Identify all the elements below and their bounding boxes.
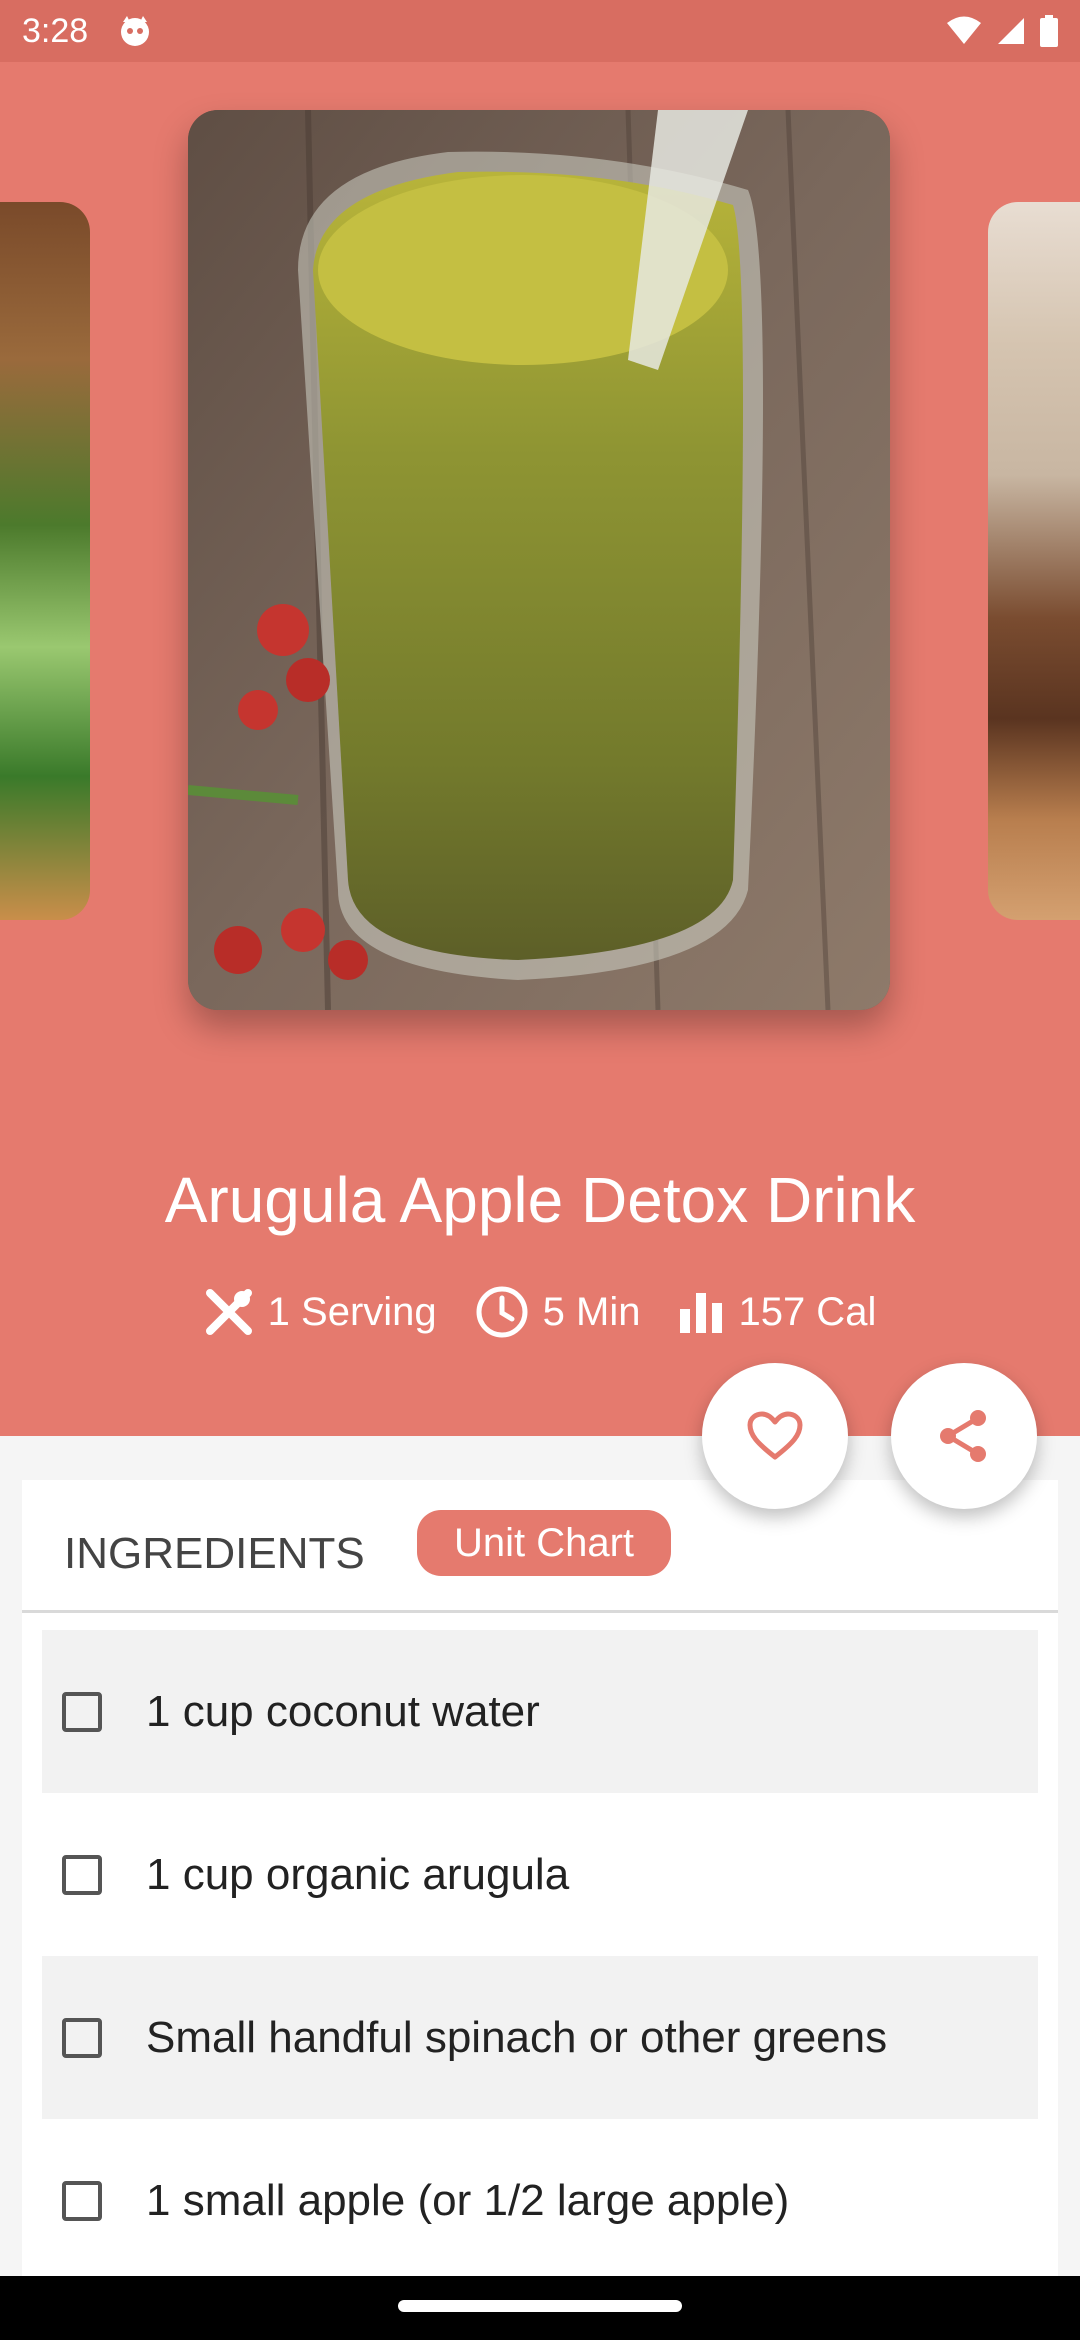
ingredient-text: 1 cup organic arugula — [146, 1849, 570, 1899]
ingredient-text: 1 cup coconut water — [146, 1686, 540, 1736]
status-bar: 3:28 — [0, 0, 1080, 62]
status-time: 3:28 — [22, 12, 89, 50]
ingredient-checkbox[interactable] — [62, 2017, 102, 2058]
ingredient-item[interactable]: 1 small apple (or 1/2 large apple) — [42, 2119, 1038, 2282]
ingredient-item[interactable]: 1 cup coconut water — [42, 1630, 1038, 1793]
ingredient-text: 1 small apple (or 1/2 large apple) — [146, 2175, 790, 2225]
time-info: 5 Min — [475, 1285, 641, 1339]
wifi-icon — [947, 16, 981, 44]
battery-icon — [1040, 15, 1058, 47]
recipe-title: Arugula Apple Detox Drink — [164, 1164, 916, 1236]
share-button[interactable] — [891, 1363, 1037, 1509]
fork-knife-icon — [205, 1289, 252, 1335]
servings-label: 1 Serving — [267, 1289, 437, 1334]
ingredients-panel: INGREDIENTS Unit Chart 1 cup coconut wat… — [22, 1480, 1058, 2300]
system-nav-bar — [0, 2276, 1080, 2340]
ingredient-item[interactable]: Small handful spinach or other greens — [42, 1956, 1038, 2119]
ingredient-text: Small handful spinach or other greens — [146, 2012, 888, 2062]
ingredient-item[interactable]: 1 cup organic arugula — [42, 1793, 1038, 1956]
servings-info: 1 Serving — [204, 1287, 437, 1337]
bar-chart-icon — [680, 1293, 723, 1333]
recipe-content: INGREDIENTS Unit Chart 1 cup coconut wat… — [0, 1436, 1080, 2300]
tab-bar: INGREDIENTS Unit Chart — [22, 1480, 1058, 1613]
ingredient-list: 1 cup coconut water 1 cup organic arugul… — [42, 1630, 1038, 2282]
calories-label: 157 Cal — [738, 1289, 877, 1334]
app-notification-icon — [121, 16, 149, 46]
time-label: 5 Min — [542, 1289, 641, 1334]
ingredient-checkbox[interactable] — [62, 1691, 102, 1732]
calories-info: 157 Cal — [678, 1289, 876, 1335]
unit-chart-button[interactable]: Unit Chart — [417, 1510, 671, 1576]
home-gesture-handle[interactable] — [398, 2300, 682, 2312]
ingredient-checkbox[interactable] — [62, 2180, 102, 2221]
tab-ingredients[interactable]: INGREDIENTS — [64, 1528, 365, 1580]
next-recipe-card[interactable] — [988, 202, 1080, 920]
recipe-hero: Arugula Apple Detox Drink 1 Serving 5 Mi… — [0, 62, 1080, 1436]
recipe-meta: 1 Serving 5 Min 157 Cal — [0, 1282, 1080, 1342]
heart-outline-icon — [747, 1411, 803, 1460]
status-icons — [946, 12, 1058, 50]
favorite-button[interactable] — [702, 1363, 848, 1509]
share-icon — [940, 1410, 986, 1462]
signal-icon — [998, 18, 1024, 44]
recipe-image[interactable] — [188, 110, 890, 1010]
clock-icon — [476, 1286, 528, 1338]
ingredient-checkbox[interactable] — [62, 1854, 102, 1895]
previous-recipe-card[interactable] — [0, 202, 90, 920]
